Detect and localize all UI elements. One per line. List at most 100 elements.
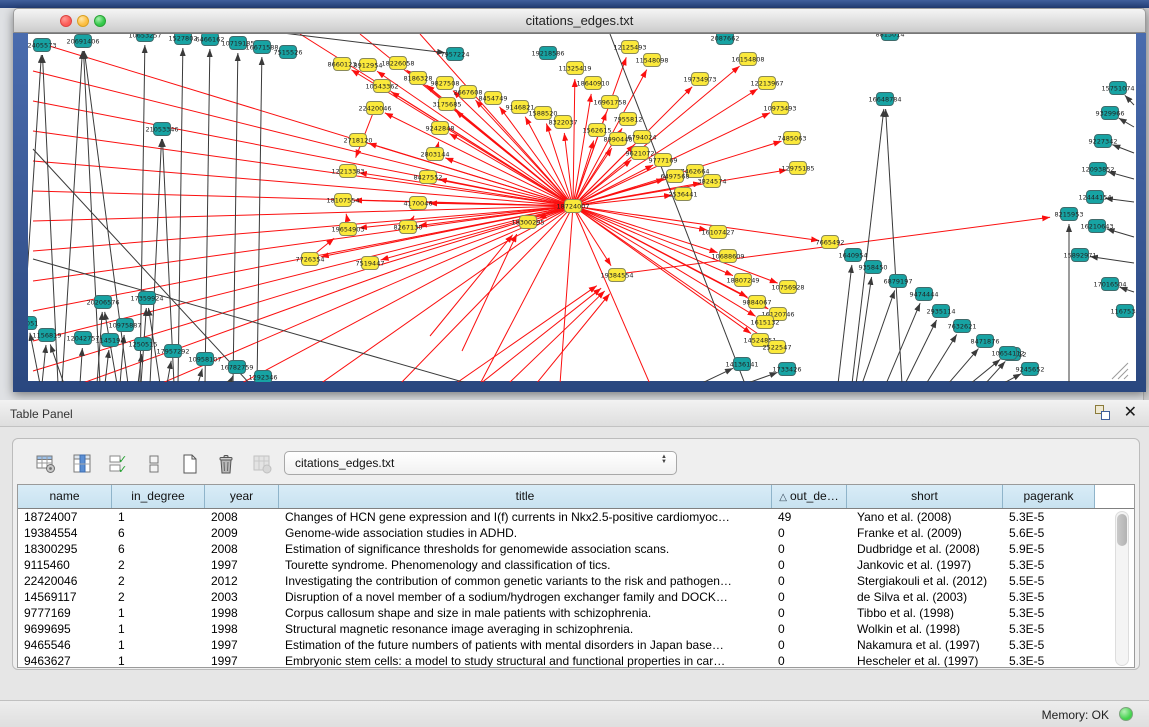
graph-node-label: 9242848 [426,124,455,132]
graph-node-label: 9884067 [743,298,772,306]
table-cell: 5.9E-5 [1003,541,1095,557]
table-cell: Estimation of significance thresholds fo… [279,541,772,557]
table-cell: 18300295 [18,541,112,557]
column-header-6[interactable]: pagerank [1003,485,1095,508]
column-header-0[interactable]: name [18,485,112,508]
graph-node-label: 18807249 [726,276,759,284]
table-row[interactable]: 1456911722003Disruption of a novel membe… [18,589,1134,605]
delete-table-icon[interactable] [213,451,239,477]
table-cell: 0 [772,605,847,621]
table-cell: 2009 [205,525,279,541]
column-header-3[interactable]: title [279,485,772,508]
table-cell: 5.6E-5 [1003,525,1095,541]
graph-node-label: 7632621 [948,322,977,330]
graph-node-label: 10654112 [991,349,1024,357]
table-toolbar: ✓✓ f(x) [33,449,311,479]
table-row[interactable]: 946554611997Estimation of the future num… [18,637,1134,653]
graph-node-label: 7726354 [296,255,325,263]
graph-node-label: 8427552 [414,173,443,181]
graph-node-label: 3175685 [433,100,462,108]
table-cell: 0 [772,589,847,605]
table-header-row[interactable]: namein_degreeyeartitle△out_de…shortpager… [18,485,1134,509]
table-cell: 1998 [205,605,279,621]
close-icon[interactable]: ✕ [1124,405,1137,420]
table-row[interactable]: 969969511998Structural magnetic resonanc… [18,621,1134,637]
table-cell: 0 [772,621,847,637]
network-view-window: citations_edges.txt 86601238912954182260… [13,8,1146,392]
graph-node-label: 9827508 [431,79,460,87]
graph-node-label: 8267130 [394,223,423,231]
graph-node-label: 18226058 [381,59,414,67]
graph-node-label: 12125493 [613,43,646,51]
merge-cells-icon[interactable] [141,451,167,477]
column-header-1[interactable]: in_degree [112,485,205,508]
graph-node-label: 8813014 [876,34,905,38]
float-window-icon[interactable] [1095,405,1110,420]
table-row[interactable]: 977716911998Corpus callosum shape and si… [18,605,1134,621]
select-rows-icon[interactable]: ✓✓ [105,451,131,477]
table-cell: 18724007 [18,509,112,525]
column-header-2[interactable]: year [205,485,279,508]
table-cell: 0 [772,525,847,541]
scrollbar-thumb[interactable] [1117,514,1127,546]
table-cell: Corpus callosum shape and size in male p… [279,605,772,621]
graph-node-label: 2405573 [28,41,56,49]
table-cell: Disruption of a novel member of a sodium… [279,589,772,605]
table-cell: 5.5E-5 [1003,573,1095,589]
graph-node-label: 12213967 [750,79,783,87]
graph-node-label: 1156819 [33,331,62,339]
new-table-icon[interactable] [177,451,203,477]
table-cell: Changes of HCN gene expression and I(f) … [279,509,772,525]
graph-node-label: 7955812 [614,115,643,123]
table-cell: 5.3E-5 [1003,605,1095,621]
table-row[interactable]: 946362711997Embryonic stem cells: a mode… [18,653,1134,668]
graph-node-label: 17016504 [1093,280,1126,288]
node-table[interactable]: namein_degreeyeartitle△out_de…shortpager… [17,484,1135,668]
graph-node-label: 2536441 [669,190,698,198]
table-cell: Jankovic et al. (1997) [847,557,1003,573]
table-selector-dropdown[interactable]: citations_edges.txt ▲▼ [284,451,677,475]
window-title: citations_edges.txt [14,13,1145,28]
graph-node-label: 6497568 [661,172,690,180]
svg-text:✓: ✓ [118,464,127,475]
delete-column-icon[interactable] [249,451,275,477]
graph-node-label: 1733426 [773,365,802,373]
graph-node-label: 6794024 [628,133,657,141]
graph-node-label: 7957224 [441,50,470,58]
table-cell: 2008 [205,509,279,525]
graph-node-label: 6879197 [884,277,913,285]
network-canvas[interactable]: 8660123891295418226058818632898275081054… [28,33,1136,381]
table-row[interactable]: 911546021997Tourette syndrome. Phenomeno… [18,557,1134,573]
graph-node-label: 18107554 [326,196,359,204]
table-cell: 6 [112,541,205,557]
table-cell: 9115460 [18,557,112,573]
show-columns-icon[interactable] [69,451,95,477]
table-settings-icon[interactable] [33,451,59,477]
table-row[interactable]: 2242004622012Investigating the contribut… [18,573,1134,589]
graph-node-label: 10975887 [108,321,141,329]
network-graph[interactable]: 8660123891295418226058818632898275081054… [28,34,1136,382]
table-panel-header: Table Panel ✕ [0,400,1149,427]
table-cell: Nakamura et al. (1997) [847,637,1003,653]
table-cell: Embryonic stem cells: a model to study s… [279,653,772,668]
table-cell: 0 [772,653,847,668]
table-cell: Genome-wide association studies in ADHD. [279,525,772,541]
table-cell: 9463627 [18,653,112,668]
table-cell: Yano et al. (2008) [847,509,1003,525]
graph-node-label: 8660123 [328,60,357,68]
table-cell: 2008 [205,541,279,557]
table-row[interactable]: 1830029562008Estimation of significance … [18,541,1134,557]
table-row[interactable]: 1938455462009Genome-wide association stu… [18,525,1134,541]
column-header-4[interactable]: △out_de… [772,485,847,508]
table-cell: Dudbridge et al. (2008) [847,541,1003,557]
graph-node-label: 12444154 [1078,193,1111,201]
graph-node-label: 15892971 [1063,251,1096,259]
graph-node-label: 10688609 [711,252,744,260]
table-body[interactable]: 1872400712008Changes of HCN gene express… [18,509,1134,668]
window-titlebar[interactable]: citations_edges.txt [13,8,1146,33]
table-row[interactable]: 1872400712008Changes of HCN gene express… [18,509,1134,525]
table-cell: Investigating the contribution of common… [279,573,772,589]
vertical-scrollbar[interactable] [1115,511,1129,666]
graph-node-label: 1167534 [1111,307,1136,315]
column-header-5[interactable]: short [847,485,1003,508]
